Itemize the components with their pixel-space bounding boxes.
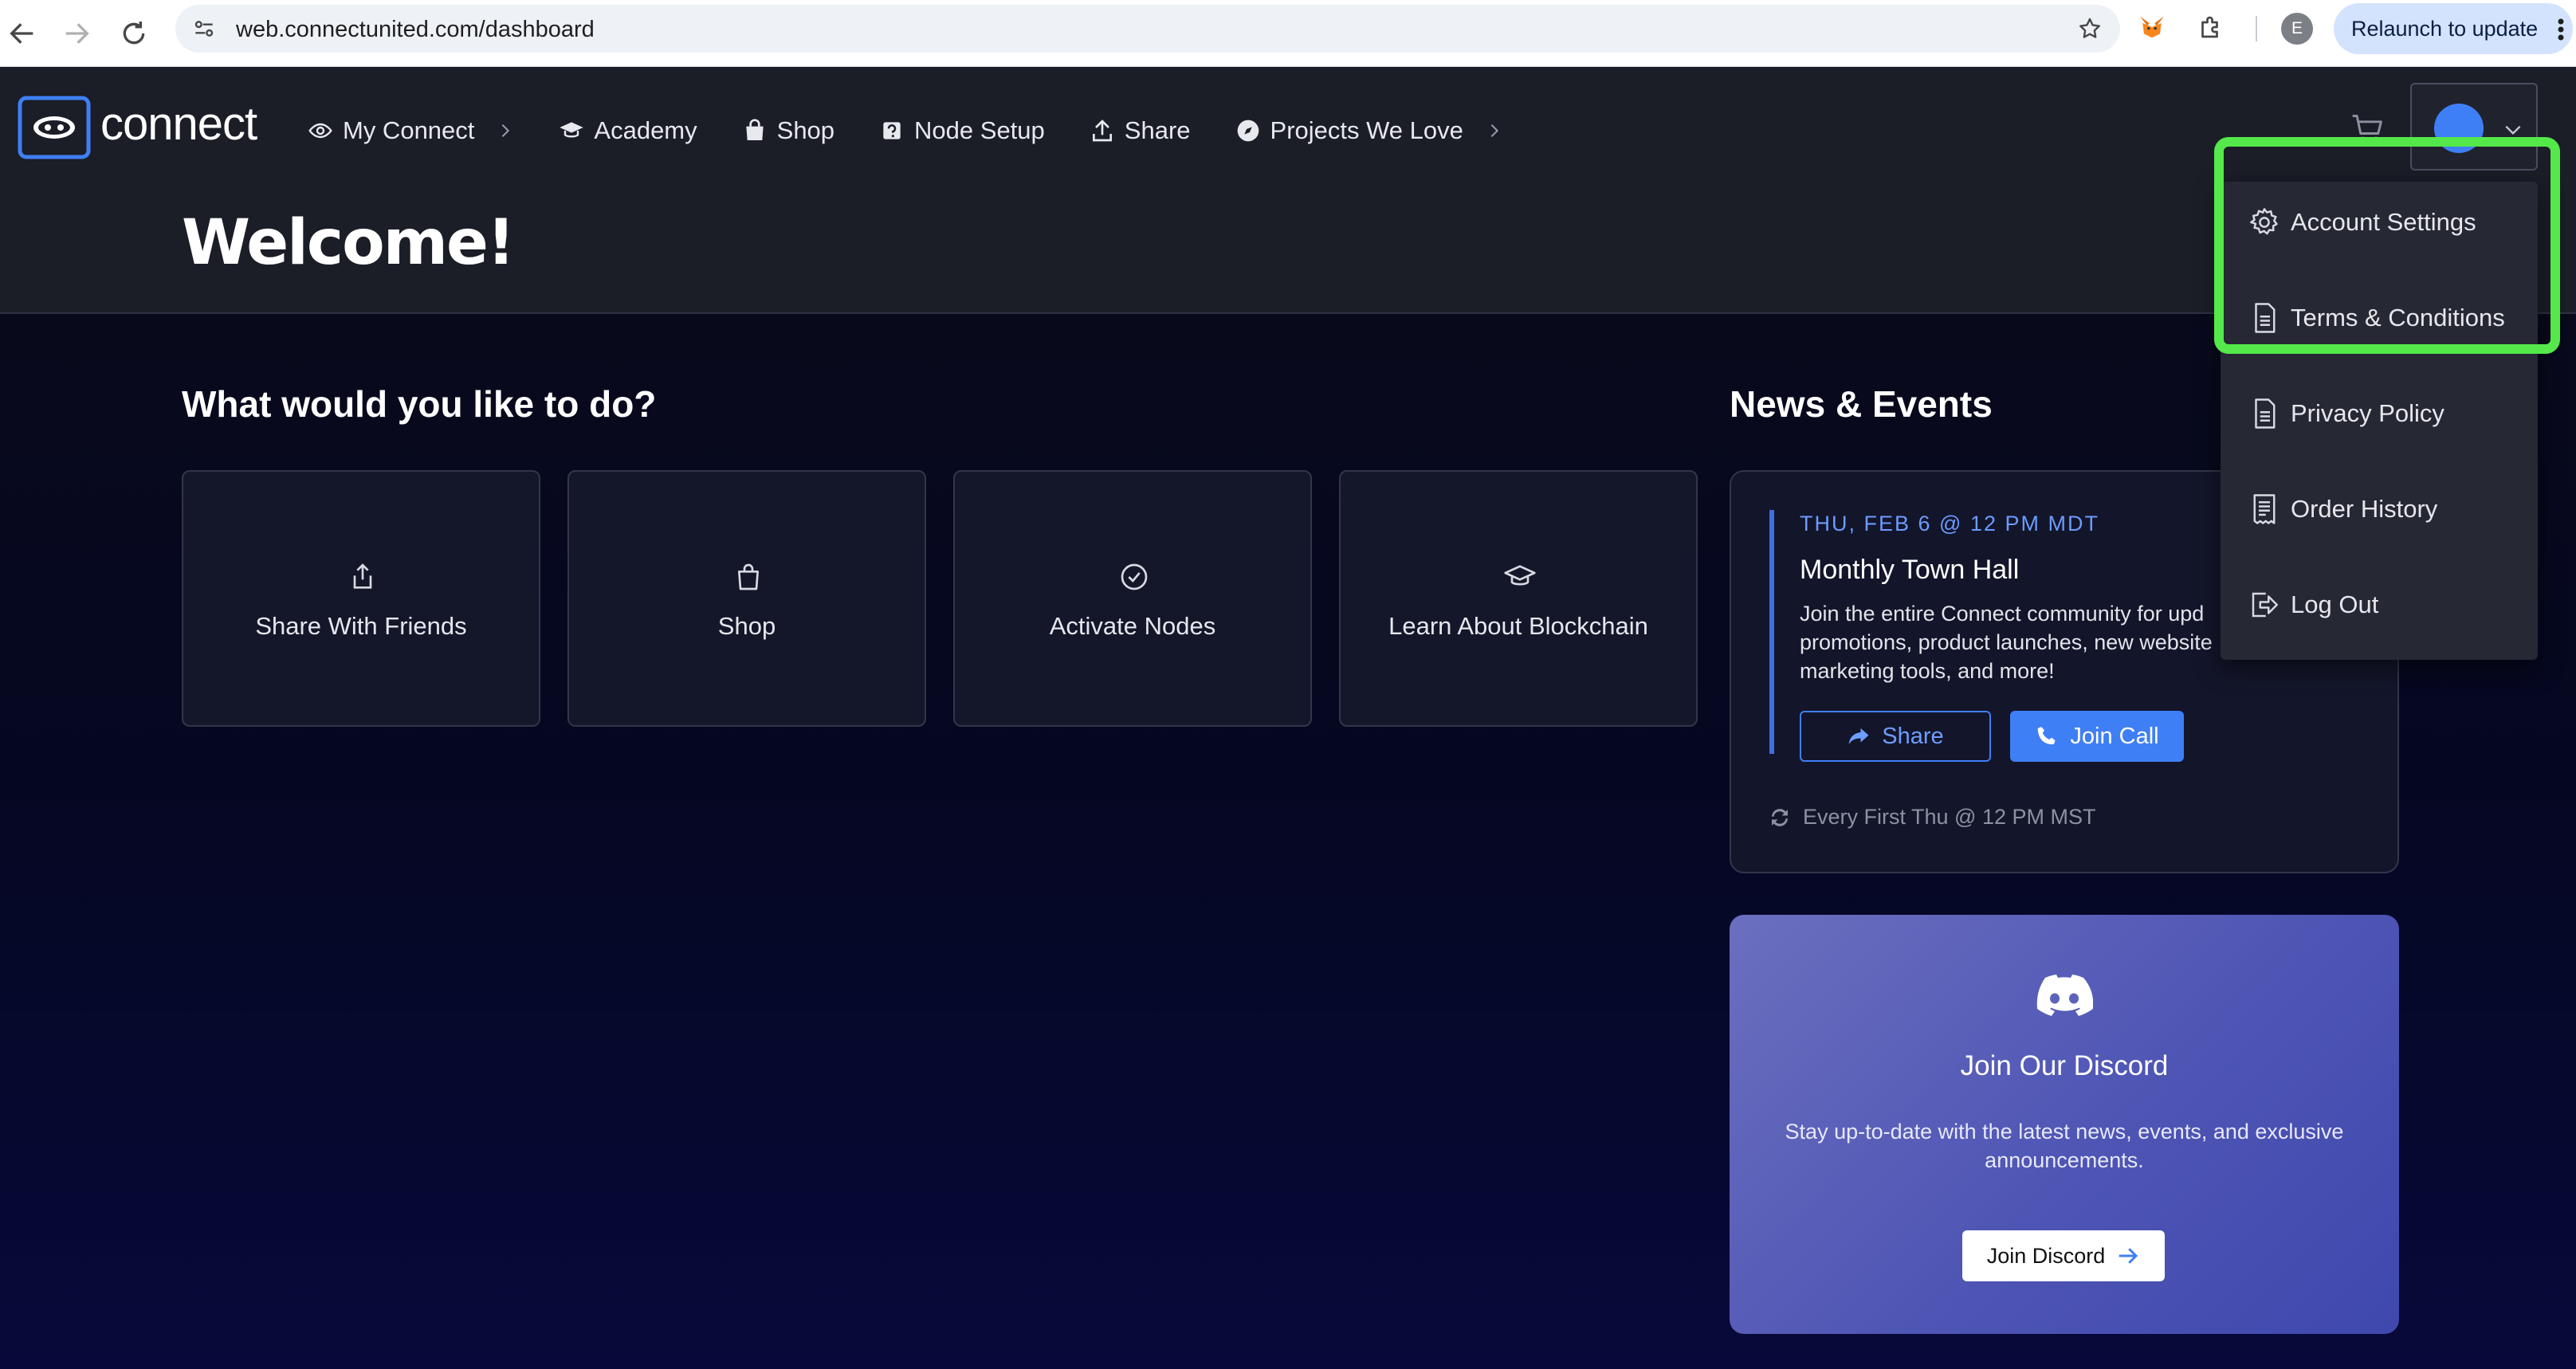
action-card-shop[interactable]: Shop: [567, 470, 926, 727]
nav-item-node-setup[interactable]: Node Setup: [879, 116, 1045, 145]
menu-item-order-history[interactable]: Order History: [2248, 492, 2437, 526]
discord-description: Stay up-to-date with the latest news, ev…: [1785, 1120, 2344, 1172]
relaunch-button[interactable]: Relaunch to update: [2334, 3, 2573, 54]
join-call-label: Join Call: [2070, 723, 2159, 749]
menu-item-label: Privacy Policy: [2291, 399, 2444, 427]
discord-icon: [2036, 975, 2093, 1016]
reload-icon[interactable]: [118, 18, 150, 49]
menu-item-label: Log Out: [2291, 590, 2379, 618]
more-vert-icon[interactable]: [2557, 18, 2565, 41]
phone-icon: [2038, 727, 2056, 745]
action-card-label: Share With Friends: [255, 612, 467, 640]
arrow-right-icon: [2119, 1248, 2138, 1264]
app-header: connect My Connect Academy Shop Node Set…: [0, 67, 2576, 314]
action-card-label: Learn About Blockchain: [1388, 612, 1648, 640]
toolbar-divider: [2256, 16, 2257, 41]
actions-title: What would you like to do?: [182, 383, 657, 425]
logout-icon: [2252, 592, 2278, 618]
bookmark-star-icon[interactable]: [2077, 16, 2103, 41]
receipt-icon: [2253, 494, 2276, 524]
event-recurrence: Every First Thu @ 12 PM MST: [1768, 805, 2095, 830]
main-nav: My Connect Academy Shop Node Setup Share: [308, 108, 1548, 153]
document-icon: [2255, 398, 2276, 429]
site-settings-icon[interactable]: [191, 16, 217, 41]
event-description-line: marketing tools, and more!: [1800, 659, 2055, 683]
repeat-icon: [1772, 808, 1788, 826]
nav-label: Node Setup: [914, 116, 1045, 144]
join-discord-button[interactable]: Join Discord: [1962, 1230, 2165, 1281]
nav-label: My Connect: [343, 116, 475, 144]
nav-label: Shop: [776, 116, 835, 144]
share-label: Share: [1882, 723, 1944, 749]
nav-label: Academy: [594, 116, 697, 144]
action-card-activate-nodes[interactable]: Activate Nodes: [953, 470, 1312, 727]
url-text[interactable]: web.connectunited.com/dashboard: [236, 17, 595, 43]
chevron-right-icon: [1490, 124, 1498, 138]
extensions-puzzle-icon[interactable]: [2197, 13, 2225, 41]
menu-item-privacy-policy[interactable]: Privacy Policy: [2248, 397, 2444, 430]
page-title: Welcome!: [182, 207, 515, 279]
action-card-label: Shop: [717, 612, 776, 640]
event-date: THU, FEB 6 @ 12 PM MDT: [1800, 512, 2099, 535]
join-discord-label: Join Discord: [1986, 1243, 2106, 1268]
node-icon: [883, 122, 901, 139]
recurrence-text: Every First Thu @ 12 PM MST: [1803, 805, 2096, 829]
browser-toolbar: web.connectunited.com/dashboard E Relaun…: [0, 0, 2576, 67]
forward-arrow-icon[interactable]: [61, 18, 92, 49]
eye-icon: [308, 123, 332, 139]
upload-icon: [1092, 120, 1112, 142]
discord-card: Join Our Discord Stay up-to-date with th…: [1730, 915, 2399, 1334]
nav-label: Projects We Love: [1270, 116, 1463, 144]
news-title: News & Events: [1730, 383, 1993, 425]
check-circle-icon: [1121, 563, 1148, 590]
nav-item-shop[interactable]: Shop: [742, 116, 834, 145]
shopping-bag-icon: [738, 563, 759, 590]
relaunch-label: Relaunch to update: [2351, 17, 2539, 41]
chevron-right-icon: [502, 124, 510, 138]
action-card-share[interactable]: Share With Friends: [182, 470, 540, 727]
nav-item-projects-we-love[interactable]: Projects We Love: [1235, 116, 1503, 145]
event-share-button[interactable]: Share: [1800, 711, 1991, 762]
nav-item-share[interactable]: Share: [1090, 116, 1191, 145]
connect-logo-icon[interactable]: [18, 96, 91, 159]
menu-item-log-out[interactable]: Log Out: [2248, 588, 2378, 622]
discord-title: Join Our Discord: [1960, 1050, 2169, 1081]
back-arrow-icon[interactable]: [6, 18, 38, 49]
dashboard-page: connect My Connect Academy Shop Node Set…: [0, 67, 2576, 1369]
share-upload-icon: [353, 563, 372, 589]
address-bar[interactable]: web.connectunited.com/dashboard: [175, 5, 2120, 53]
graduation-cap-icon: [1504, 565, 1536, 586]
action-card-label: Activate Nodes: [1049, 612, 1216, 640]
nav-item-academy[interactable]: Academy: [559, 116, 697, 145]
graduation-cap-icon: [560, 122, 584, 138]
nav-label: Share: [1124, 116, 1191, 144]
join-call-button[interactable]: Join Call: [2010, 711, 2184, 762]
action-card-learn-blockchain[interactable]: Learn About Blockchain: [1339, 470, 1698, 727]
event-title: Monthly Town Hall: [1800, 555, 2020, 585]
logo-text[interactable]: connect: [100, 97, 257, 151]
compass-icon: [1237, 120, 1259, 142]
browser-profile-avatar[interactable]: E: [2281, 13, 2313, 45]
nav-item-my-connect[interactable]: My Connect: [308, 116, 514, 145]
menu-item-label: Order History: [2291, 495, 2438, 523]
shopping-bag-icon: [745, 119, 764, 140]
metamask-fox-icon[interactable]: [2136, 11, 2168, 43]
highlight-annotation: [2214, 137, 2560, 354]
share-arrow-icon: [1848, 728, 1869, 744]
event-accent-bar: [1769, 510, 1774, 754]
